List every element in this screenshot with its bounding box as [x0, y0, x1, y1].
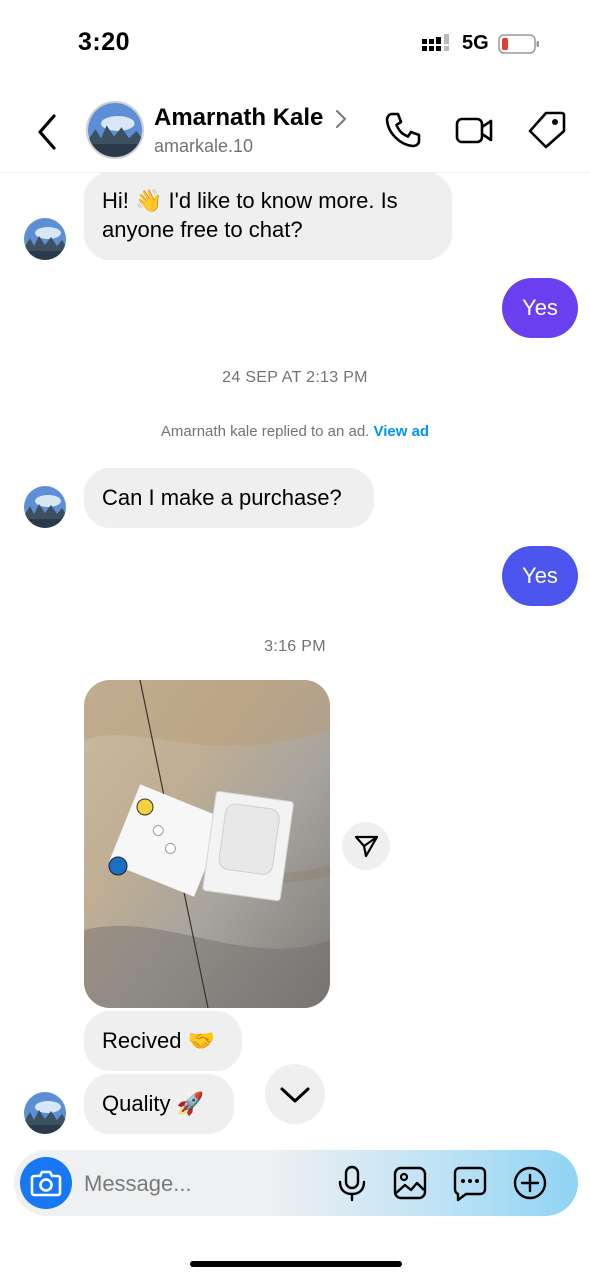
- outgoing-message[interactable]: Yes: [502, 546, 578, 606]
- contact-name[interactable]: Amarnath Kale: [154, 104, 323, 132]
- add-icon[interactable]: [512, 1164, 548, 1202]
- network-label: 5G: [462, 32, 489, 54]
- battery-icon: [498, 34, 539, 54]
- incoming-message[interactable]: Can I make a purchase?: [84, 468, 374, 528]
- home-indicator[interactable]: [190, 1261, 402, 1267]
- timestamp: 3:16 PM: [264, 638, 326, 655]
- contact-handle[interactable]: amarkale.10: [154, 136, 253, 157]
- camera-button[interactable]: [20, 1157, 72, 1209]
- sender-avatar[interactable]: [24, 486, 66, 528]
- ad-reply-text: Amarnath kale replied to an ad.: [160, 423, 374, 440]
- video-call-icon[interactable]: [454, 110, 494, 150]
- chevron-right-icon[interactable]: [333, 108, 349, 130]
- sender-avatar[interactable]: [24, 218, 66, 260]
- view-ad-link[interactable]: View ad: [374, 423, 430, 440]
- status-time: 3:20: [78, 28, 131, 56]
- ad-reply-notice: Amarnath kale replied to an ad. View ad: [0, 423, 590, 440]
- chevron-down-icon: [280, 1087, 310, 1103]
- phone-icon[interactable]: [383, 110, 423, 150]
- photo-message[interactable]: [84, 680, 330, 1008]
- incoming-message[interactable]: Quality 🚀: [84, 1074, 234, 1134]
- contact-avatar[interactable]: [86, 101, 144, 159]
- incoming-message[interactable]: Hi! 👋 I'd like to know more. Is anyone f…: [84, 172, 452, 260]
- incoming-message[interactable]: Recived 🤝: [84, 1011, 242, 1071]
- microphone-icon[interactable]: [334, 1164, 370, 1202]
- signal-icon: [422, 34, 449, 51]
- outgoing-message[interactable]: Yes: [502, 278, 578, 338]
- gallery-icon[interactable]: [392, 1164, 428, 1202]
- camera-icon: [30, 1170, 62, 1197]
- sticker-chat-icon[interactable]: [452, 1164, 488, 1202]
- share-button[interactable]: [342, 822, 390, 870]
- timestamp: 24 SEP AT 2:13 PM: [222, 369, 368, 386]
- message-input[interactable]: Message...: [84, 1171, 192, 1197]
- back-arrow-icon[interactable]: [30, 112, 66, 152]
- tag-icon[interactable]: [527, 110, 567, 150]
- sender-avatar[interactable]: [24, 1092, 66, 1134]
- scroll-to-bottom-button[interactable]: [265, 1064, 325, 1124]
